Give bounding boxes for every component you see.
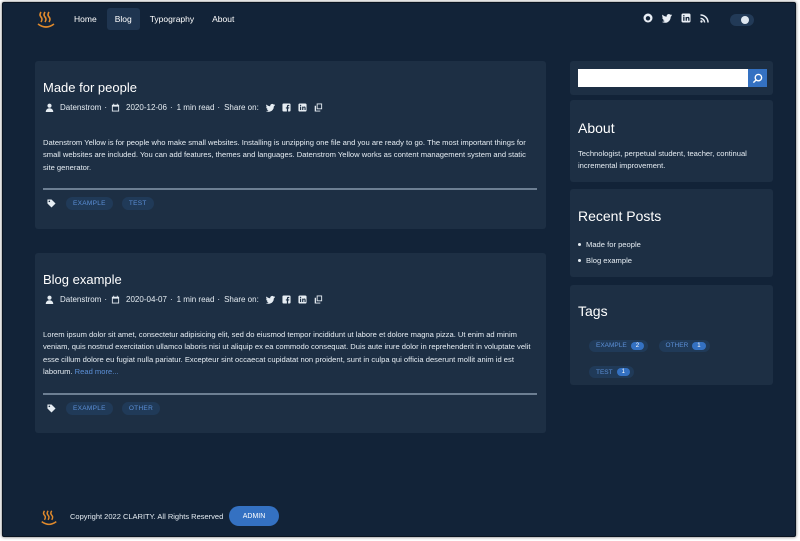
twitter-icon[interactable] (662, 13, 672, 23)
meta-separator: · (217, 103, 221, 112)
theme-toggle[interactable] (730, 14, 754, 26)
nav-item-home[interactable]: Home (66, 8, 105, 30)
site-header: Home Blog Typography About (3, 3, 795, 33)
linkedin-icon[interactable] (681, 13, 691, 23)
tags-card: Tags EXAMPLE 2 OTHER 1 TEST 1 (570, 285, 773, 385)
post-tags: EXAMPLE TEST (47, 197, 163, 210)
copy-link-icon[interactable] (314, 103, 323, 112)
share-facebook-icon[interactable] (282, 103, 291, 112)
share-twitter-icon[interactable] (265, 295, 275, 304)
github-icon[interactable] (643, 13, 653, 23)
tag-label: TEST (596, 368, 613, 376)
tag-pill[interactable]: EXAMPLE (66, 402, 113, 415)
tag-pill[interactable]: EXAMPLE (66, 197, 113, 210)
post-title[interactable]: Blog example (43, 272, 122, 287)
post-meta: Datenstrom · 2020-04-07 · 1 min read · Shar… (45, 295, 323, 304)
post-excerpt-text: Datenstrom Yellow is for people who make… (43, 138, 526, 172)
tag-cloud: EXAMPLE 2 OTHER 1 TEST 1 (589, 334, 769, 387)
copy-link-icon[interactable] (314, 295, 323, 304)
copyright-text: Copyright 2022 CLARITY. All Rights Reser… (70, 512, 224, 521)
search-button[interactable] (748, 69, 767, 87)
about-text: Technologist, perpetual student, teacher… (578, 149, 747, 170)
user-icon (45, 103, 54, 112)
calendar-icon (111, 295, 120, 304)
tag-label: OTHER (665, 342, 689, 349)
share-label: Share on: (224, 295, 259, 304)
tag-cloud-pill[interactable]: TEST 1 (589, 366, 634, 378)
share-facebook-icon[interactable] (282, 295, 291, 304)
tag-cloud-pill[interactable]: EXAMPLE 2 (589, 339, 649, 352)
user-icon (45, 295, 54, 304)
post-title[interactable]: Made for people (43, 80, 137, 95)
calendar-icon (111, 103, 120, 112)
tag-count-badge: 2 (630, 341, 645, 350)
tags-title: Tags (578, 303, 608, 319)
about-title: About (578, 120, 615, 136)
site-logo-icon[interactable] (35, 9, 57, 31)
post-author[interactable]: Datenstrom (60, 295, 101, 304)
search-input[interactable] (578, 69, 748, 87)
rss-icon[interactable] (700, 13, 710, 23)
nav-item-blog[interactable]: Blog (106, 8, 140, 30)
recent-posts-list: Made for people Blog example (578, 240, 641, 272)
recent-post-link[interactable]: Made for people (578, 240, 641, 249)
about-card: About Technologist, perpetual student, t… (570, 100, 773, 182)
meta-separator: · (169, 295, 173, 304)
share-twitter-icon[interactable] (265, 103, 275, 112)
read-more-link[interactable]: Read more... (75, 367, 119, 376)
post-author[interactable]: Datenstrom (60, 103, 101, 112)
divider (43, 188, 537, 190)
toggle-knob (741, 16, 749, 24)
main-nav: Home Blog Typography About (66, 8, 244, 30)
nav-item-about[interactable]: About (204, 8, 242, 30)
social-links (643, 13, 710, 23)
tag-cloud-pill[interactable]: OTHER 1 (658, 339, 710, 352)
tag-count-badge: 1 (692, 341, 706, 350)
divider (43, 393, 537, 395)
post-date: 2020-04-07 (126, 295, 167, 304)
meta-separator: · (104, 103, 108, 112)
post-date: 2020-12-06 (126, 103, 167, 112)
tag-icon (47, 199, 56, 208)
share-label: Share on: (224, 103, 259, 112)
post-excerpt: Lorem ipsum dolor sit amet, consectetur … (43, 329, 538, 379)
post-read-time: 1 min read (176, 295, 215, 304)
post-card: Made for people Datenstrom · 2020-12-06 · … (35, 61, 546, 229)
tag-pill[interactable]: TEST (121, 197, 154, 210)
post-tags: EXAMPLE OTHER (47, 402, 169, 415)
recent-posts-card: Recent Posts Made for people Blog exampl… (570, 189, 773, 277)
meta-separator: · (169, 103, 173, 112)
post-excerpt: Datenstrom Yellow is for people who make… (43, 137, 538, 174)
admin-button[interactable]: ADMIN (229, 506, 279, 526)
share-linkedin-icon[interactable] (298, 295, 307, 304)
post-card: Blog example Datenstrom · 2020-04-07 · 1 m… (35, 253, 546, 433)
tag-pill[interactable]: OTHER (121, 402, 161, 415)
tag-icon (47, 404, 56, 413)
meta-separator: · (217, 295, 221, 304)
tag-label: EXAMPLE (596, 342, 627, 349)
recent-posts-title: Recent Posts (578, 208, 662, 224)
tag-count-badge: 1 (616, 368, 630, 376)
post-read-time: 1 min read (176, 103, 215, 112)
app-window: Home Blog Typography About Made for peop… (2, 2, 796, 537)
recent-post-link[interactable]: Blog example (578, 256, 641, 265)
meta-separator: · (104, 295, 108, 304)
footer-logo-icon[interactable] (39, 508, 59, 528)
nav-item-typography[interactable]: Typography (142, 8, 202, 30)
search-icon (752, 73, 763, 83)
share-linkedin-icon[interactable] (298, 103, 307, 112)
post-meta: Datenstrom · 2020-12-06 · 1 min read · Shar… (45, 103, 323, 112)
